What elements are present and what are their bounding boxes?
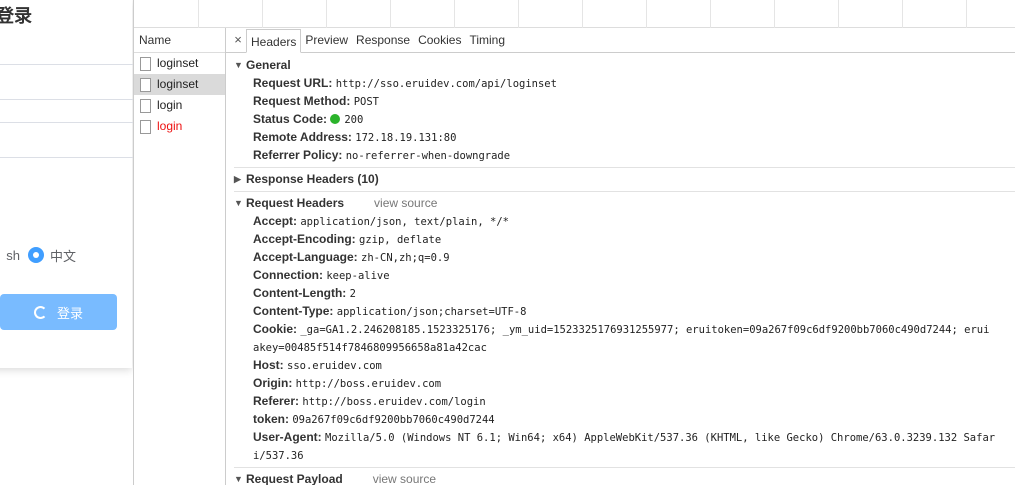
name-column-header[interactable]: Name [134, 28, 225, 53]
file-icon [140, 119, 151, 134]
request-item[interactable]: loginset [134, 53, 225, 74]
header-row: Cookie: _ga=GA1.2.246208185.1523325176; … [253, 322, 990, 336]
file-icon [140, 56, 151, 71]
login-title: 系统登录 [0, 6, 32, 26]
request-item-error[interactable]: login [134, 116, 225, 137]
header-row: Accept-Encoding: gzip, deflate [253, 232, 442, 246]
header-row-continuation: akey=00485f514f7846809956658a81a42cac [253, 342, 487, 354]
view-source-link[interactable]: view source [373, 470, 436, 485]
header-row: Request URL: http://sso.eruidev.com/api/… [253, 76, 557, 90]
language-radio-group: sh 中文 [0, 245, 76, 265]
header-row: Content-Type: application/json;charset=U… [253, 304, 527, 318]
header-row: Accept-Language: zh-CN,zh;q=0.9 [253, 250, 450, 264]
request-item-selected[interactable]: loginset [134, 74, 225, 95]
captcha-field-border [0, 157, 133, 158]
header-row: User-Agent: Mozilla/5.0 (Windows NT 6.1;… [253, 430, 996, 444]
triangle-down-icon: ▼ [234, 198, 243, 208]
file-icon [140, 77, 151, 92]
view-source-link[interactable]: view source [374, 194, 437, 213]
request-headers-section-header[interactable]: ▼ Request Headers view source [226, 194, 1015, 213]
loading-spinner-icon [33, 305, 47, 319]
tab-preview[interactable]: Preview [301, 28, 352, 52]
header-row: token: 09a267f09c6df9200bb7060c490d7244 [253, 412, 495, 426]
close-icon[interactable]: × [230, 28, 246, 52]
username-field-border [0, 64, 133, 65]
request-name: loginset [157, 56, 199, 70]
section-title: Request Payload [246, 472, 343, 485]
password-field-border-bottom [0, 122, 133, 123]
request-item[interactable]: login [134, 95, 225, 116]
lang-english-label[interactable]: sh [0, 248, 20, 263]
header-row: Referer: http://boss.eruidev.com/login [253, 394, 486, 408]
header-row: Status Code: 200 [253, 112, 364, 126]
detail-tabs: × Headers Preview Response Cookies Timin… [226, 28, 1015, 53]
section-title: General [246, 58, 291, 72]
lang-chinese-label[interactable]: 中文 [50, 246, 76, 265]
request-name: loginset [157, 77, 199, 91]
tab-headers[interactable]: Headers [246, 29, 302, 53]
login-button-label: 登录 [56, 305, 83, 321]
triangle-right-icon: ▶ [234, 174, 241, 184]
login-page: 系统登录 sh 中文 登录 [0, 0, 133, 485]
header-row: Content-Length: 2 [253, 286, 356, 300]
header-row: Remote Address: 172.18.19.131:80 [253, 130, 457, 144]
file-icon [140, 98, 151, 113]
lang-chinese-radio[interactable] [28, 247, 44, 263]
header-row-continuation: i/537.36 [253, 450, 304, 462]
header-row: Referrer Policy: no-referrer-when-downgr… [253, 148, 511, 162]
tab-timing[interactable]: Timing [465, 28, 509, 52]
header-row: Connection: keep-alive [253, 268, 390, 282]
triangle-down-icon: ▼ [234, 60, 243, 70]
request-name: login [157, 98, 183, 112]
login-button[interactable]: 登录 [0, 294, 117, 330]
devtools-network-panel: Name loginset loginset login login × Hea… [133, 0, 1015, 485]
header-row: Origin: http://boss.eruidev.com [253, 376, 442, 390]
response-headers-section-header[interactable]: ▶ Response Headers (10) [226, 170, 1015, 189]
network-timeline [134, 0, 1015, 28]
header-row: Host: sso.eruidev.com [253, 358, 382, 372]
request-payload-section-header[interactable]: ▼ Request Payload view source [226, 470, 1015, 485]
header-row: Request Method: POST [253, 94, 379, 108]
section-title: Request Headers [246, 196, 345, 210]
password-field-border-top [0, 99, 133, 100]
request-name: login [157, 119, 183, 133]
status-ok-icon [330, 114, 341, 124]
tab-response[interactable]: Response [352, 28, 414, 52]
request-list: Name loginset loginset login login [134, 28, 226, 485]
section-title: Response Headers (10) [246, 172, 379, 186]
tab-cookies[interactable]: Cookies [414, 28, 465, 52]
general-section-header[interactable]: ▼ General [226, 56, 1015, 75]
triangle-down-icon: ▼ [234, 474, 243, 484]
header-row: Accept: application/json, text/plain, */… [253, 214, 509, 228]
request-detail: × Headers Preview Response Cookies Timin… [226, 28, 1015, 485]
